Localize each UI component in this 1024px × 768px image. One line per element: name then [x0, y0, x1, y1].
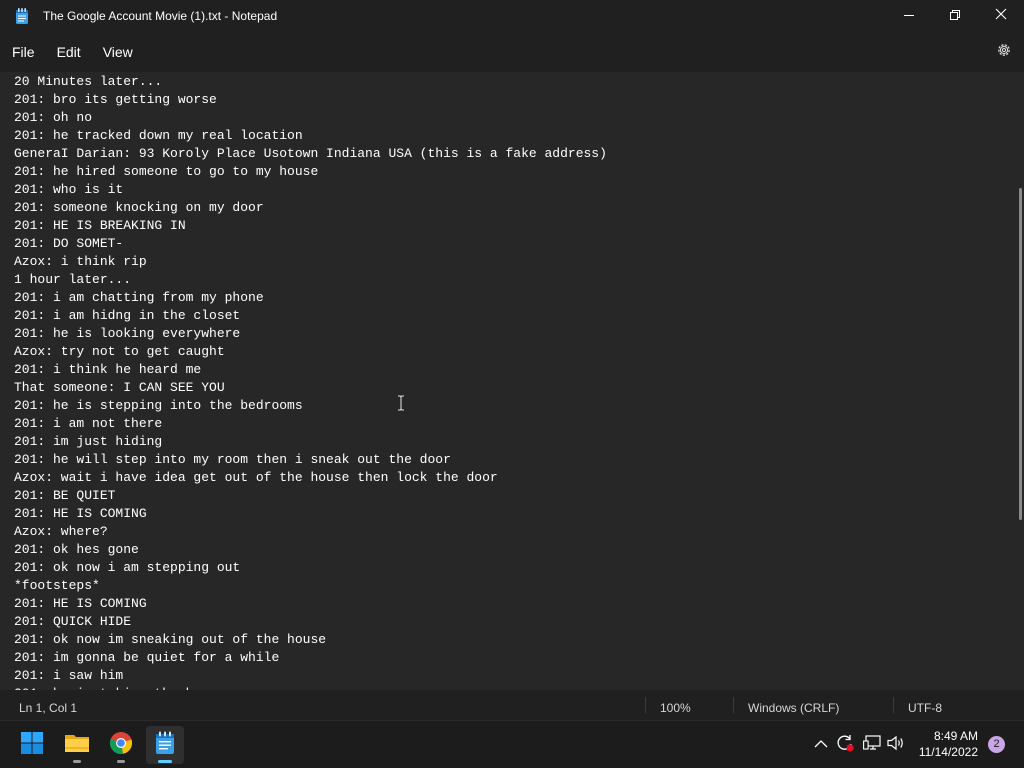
notification-badge[interactable]: 2 [988, 736, 1005, 753]
restore-icon [950, 7, 960, 25]
text-line[interactable]: 201: ok now i am stepping out [14, 559, 607, 577]
show-hidden-icons-button[interactable] [811, 735, 831, 755]
text-line[interactable]: 201: who is it [14, 181, 607, 199]
text-line[interactable]: 201: bro its getting worse [14, 91, 607, 109]
status-bar: Ln 1, Col 1 100% Windows (CRLF) UTF-8 [0, 690, 1024, 720]
status-divider [645, 697, 646, 713]
start-button[interactable] [13, 726, 51, 764]
text-line[interactable]: 201: he will step into my room then i sn… [14, 451, 607, 469]
notepad-icon [155, 731, 175, 760]
running-indicator [117, 760, 125, 763]
text-line[interactable]: 201: i am hidng in the closet [14, 307, 607, 325]
windows-start-icon [20, 731, 44, 760]
text-line[interactable]: 201: oh no [14, 109, 607, 127]
active-indicator [158, 760, 172, 763]
text-line[interactable]: 201: QUICK HIDE [14, 613, 607, 631]
text-line[interactable]: 201: HE IS COMING [14, 505, 607, 523]
text-line[interactable]: GeneraI Darian: 93 Koroly Place Usotown … [14, 145, 607, 163]
volume-icon [887, 735, 905, 756]
text-line[interactable]: Azox: i think rip [14, 253, 607, 271]
text-line[interactable]: Azox: wait i have idea get out of the ho… [14, 469, 607, 487]
text-line[interactable]: 201: HE IS COMING [14, 595, 607, 613]
text-line[interactable]: 201: im just hiding [14, 433, 607, 451]
file-explorer-icon [64, 732, 90, 759]
text-line[interactable]: 201: he hired someone to go to my house [14, 163, 607, 181]
text-line[interactable]: 201: he is stepping into the bedrooms [14, 397, 607, 415]
menu-view[interactable]: View [92, 32, 144, 72]
text-line[interactable]: That someone: I CAN SEE YOU [14, 379, 607, 397]
title-bar[interactable]: The Google Account Movie (1).txt - Notep… [0, 0, 1024, 32]
notepad-window: The Google Account Movie (1).txt - Notep… [0, 0, 1024, 720]
text-line[interactable]: 201: HE IS BREAKING IN [14, 217, 607, 235]
text-line[interactable]: 201: DO SOMET- [14, 235, 607, 253]
text-line[interactable]: 20 Minutes later... [14, 73, 607, 91]
text-line[interactable]: 201: i am chatting from my phone [14, 289, 607, 307]
notepad-icon [15, 8, 29, 24]
menu-edit[interactable]: Edit [46, 32, 92, 72]
maximize-button[interactable] [932, 0, 978, 32]
chrome-icon [109, 731, 133, 760]
text-line[interactable]: 1 hour later... [14, 271, 607, 289]
text-line[interactable]: 201: ok hes gone [14, 541, 607, 559]
encoding: UTF-8 [908, 701, 942, 715]
text-line[interactable]: 201: someone knocking on my door [14, 199, 607, 217]
volume-button[interactable] [886, 735, 906, 755]
text-line[interactable]: 201: he is looking everywhere [14, 325, 607, 343]
minimize-button[interactable] [886, 0, 932, 32]
text-line[interactable]: 201: ok now im sneaking out of the house [14, 631, 607, 649]
chevron-up-icon [814, 736, 828, 754]
clock-date: 11/14/2022 [918, 745, 978, 759]
taskbar-clock[interactable]: 8:49 AM 11/14/2022 [919, 728, 978, 760]
text-line[interactable]: Azox: where? [14, 523, 607, 541]
sync-icon [835, 733, 855, 758]
menu-file[interactable]: File [1, 32, 46, 72]
close-button[interactable] [978, 0, 1024, 32]
text-line[interactable]: 201: BE QUIET [14, 487, 607, 505]
line-ending: Windows (CRLF) [748, 701, 840, 715]
window-title: The Google Account Movie (1).txt - Notep… [43, 9, 278, 23]
text-line[interactable]: Azox: try not to get caught [14, 343, 607, 361]
text-cursor-icon [396, 395, 406, 411]
vertical-scrollbar[interactable] [1019, 188, 1022, 520]
status-divider [733, 697, 734, 713]
text-line[interactable]: 201: i am not there [14, 415, 607, 433]
document-text[interactable]: 20 Minutes later... 201: bro its getting … [14, 73, 607, 690]
cursor-position: Ln 1, Col 1 [19, 701, 78, 715]
chrome-button[interactable] [102, 726, 140, 764]
network-button[interactable] [862, 734, 882, 756]
text-line[interactable]: 201: i saw him [14, 667, 607, 685]
minimize-icon [904, 7, 914, 25]
window-controls [886, 0, 1024, 32]
taskbar: 8:49 AM 11/14/2022 2 [0, 720, 1024, 768]
notepad-taskbar-button[interactable] [146, 726, 184, 764]
settings-button[interactable] [994, 42, 1014, 62]
file-explorer-button[interactable] [58, 726, 96, 764]
network-icon [863, 734, 881, 756]
text-line[interactable]: 201: i think he heard me [14, 361, 607, 379]
sync-status-button[interactable] [835, 733, 855, 758]
status-divider [893, 697, 894, 713]
clock-time: 8:49 AM [933, 729, 978, 743]
running-indicator [73, 760, 81, 763]
zoom-level: 100% [660, 701, 691, 715]
text-line[interactable]: *footsteps* [14, 577, 607, 595]
gear-icon [996, 42, 1012, 63]
text-line[interactable]: 201: im gonna be quiet for a while [14, 649, 607, 667]
text-line[interactable]: 201: he tracked down my real location [14, 127, 607, 145]
menu-bar: File Edit View [0, 32, 1024, 72]
close-icon [995, 7, 1007, 25]
text-editor[interactable]: 20 Minutes later... 201: bro its getting … [0, 72, 1024, 690]
